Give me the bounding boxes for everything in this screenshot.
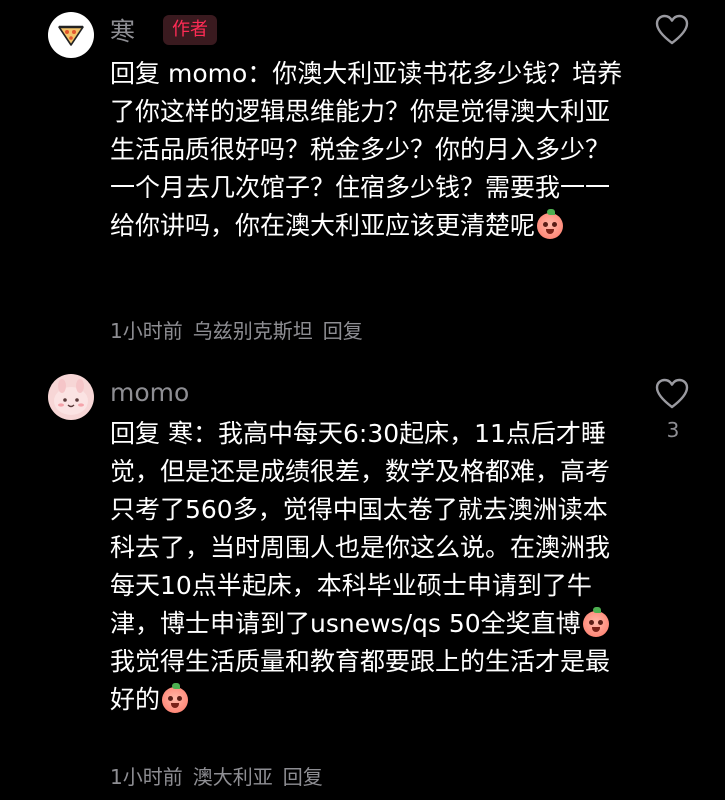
comment-item: momo 回复 寒：我高中每天6:30起床，11点后才睡觉，但是还是成绩很差，数… [0, 360, 725, 800]
like-area [655, 14, 691, 54]
comment-meta: 1小时前 乌兹别克斯坦 回复 [110, 318, 363, 344]
peach-laugh-emoji [537, 209, 564, 239]
reply-target-username[interactable]: momo [168, 59, 247, 88]
reply-label: 回复 [110, 419, 161, 448]
pink-bunny-icon [54, 379, 88, 415]
user-row: momo [110, 374, 189, 410]
comment-item: 寒 作者 回复 momo：你澳大利亚读书花多少钱？培养了你这样的逻辑思维能力？你… [0, 0, 725, 360]
comment-text-segment: ：我高中每天6:30起床，11点后才睡觉，但是还是成绩很差，数学及格都难，高考只… [110, 419, 611, 638]
comment-text: 回复 momo：你澳大利亚读书花多少钱？培养了你这样的逻辑思维能力？你是觉得澳大… [110, 55, 630, 245]
avatar[interactable] [48, 374, 94, 420]
comment-location: 乌兹别克斯坦 [192, 319, 313, 343]
user-row: 寒 作者 [110, 12, 218, 48]
heart-outline-icon[interactable] [655, 14, 689, 46]
comment-time: 1小时前 [110, 319, 183, 343]
username[interactable]: momo [110, 378, 189, 407]
reply-button[interactable]: 回复 [283, 764, 323, 790]
comment-location: 澳大利亚 [192, 765, 273, 789]
reply-target-username[interactable]: 寒 [168, 419, 193, 448]
heart-outline-icon[interactable] [655, 378, 689, 410]
pizza-slice-icon [58, 25, 84, 46]
comment-text: 回复 寒：我高中每天6:30起床，11点后才睡觉，但是还是成绩很差，数学及格都难… [110, 415, 630, 719]
reply-button[interactable]: 回复 [323, 318, 363, 344]
comment-meta: 1小时前 澳大利亚 回复 [110, 764, 323, 790]
reply-label: 回复 [110, 59, 161, 88]
comment-time: 1小时前 [110, 765, 183, 789]
like-count: 3 [666, 418, 680, 442]
like-area: 3 [655, 378, 691, 442]
author-badge: 作者 [163, 15, 218, 45]
username[interactable]: 寒 [110, 12, 135, 48]
avatar[interactable] [48, 12, 94, 58]
peach-cry-emoji [582, 607, 609, 637]
peach-cry-emoji [162, 683, 189, 713]
